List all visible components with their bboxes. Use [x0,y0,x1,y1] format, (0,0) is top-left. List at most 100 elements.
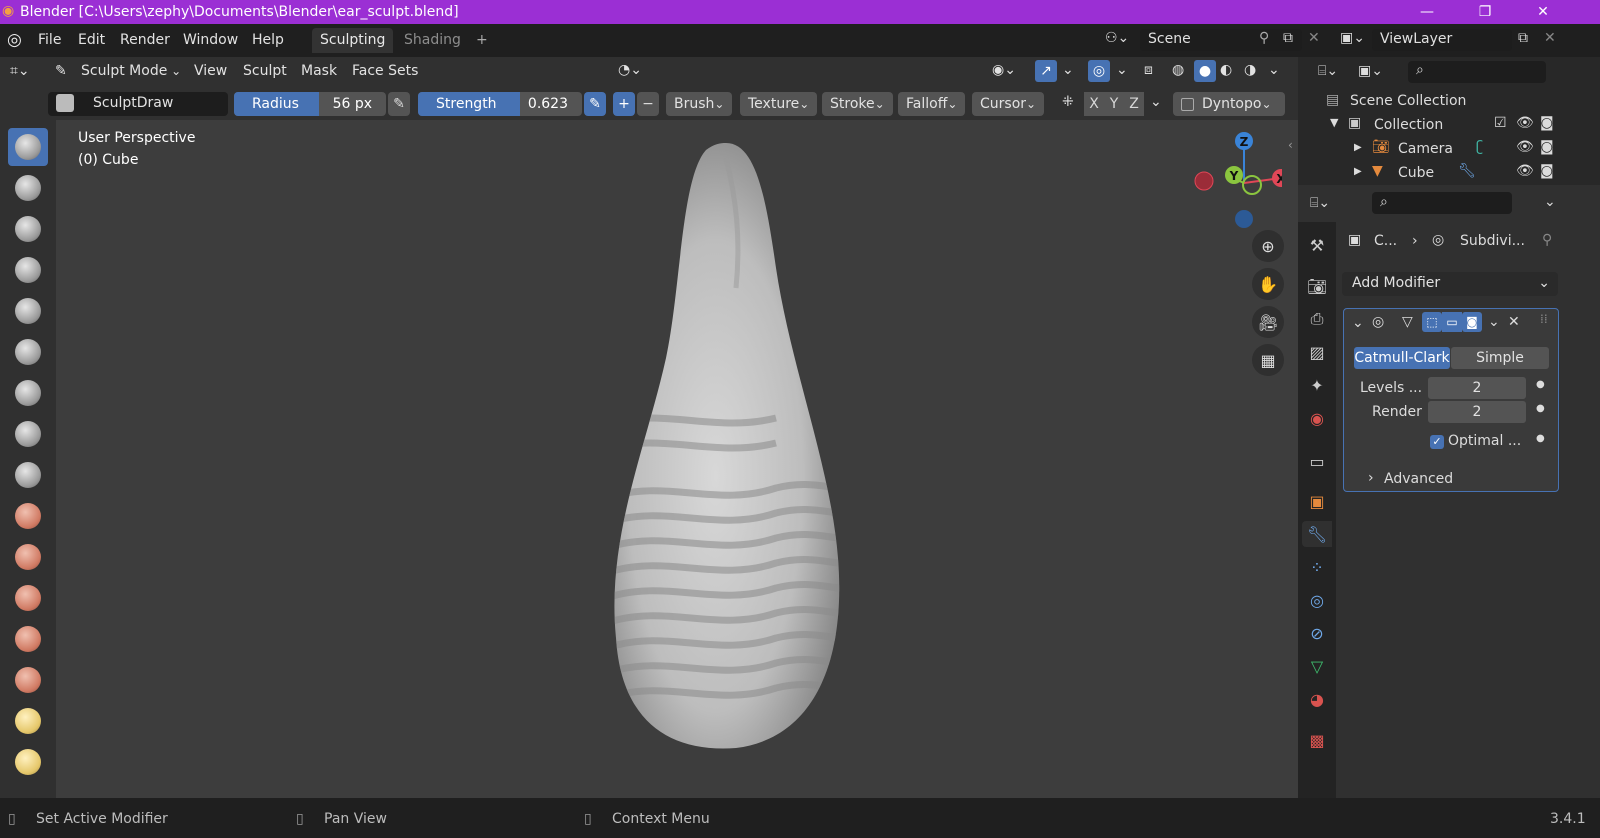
collection-tab-icon[interactable]: ▭ [1306,450,1328,472]
remove-modifier-icon[interactable]: ✕ [1508,314,1520,330]
tab-shading[interactable]: Shading [396,28,469,53]
output-tab-icon[interactable]: ⎙ [1306,308,1328,330]
outliner-scene-collection[interactable]: Scene Collection [1350,93,1466,109]
gizmo-toggle-icon[interactable]: ↗ [1035,60,1057,82]
cube-visibility-icon[interactable]: 👁︎ [1516,163,1534,179]
camera-view-icon[interactable]: 🎥︎ [1252,306,1284,338]
strength-pressure-icon[interactable]: ✎ [584,92,606,116]
particles-tab-icon[interactable]: ⁘ [1306,556,1328,578]
tool-fill[interactable] [8,579,48,617]
tool-clay[interactable] [8,210,48,248]
brush-dropdown[interactable]: Brush [666,92,733,116]
sculpt-mesh[interactable] [576,138,876,758]
realtime-toggle-icon[interactable]: ▭ [1442,312,1462,332]
modifier-menu-icon[interactable]: ⌄ [1488,314,1500,330]
edit-mode-toggle-icon[interactable]: ⬚ [1422,312,1442,332]
sidebar-toggle-icon[interactable]: ‹ [1288,138,1293,152]
camera-visibility-icon[interactable]: 👁︎ [1516,139,1534,155]
tool-multiplane-scrape[interactable] [8,661,48,699]
solid-shading-icon[interactable]: ● [1194,60,1216,82]
maximize-button[interactable]: ❐ [1456,0,1514,24]
minimize-button[interactable]: — [1398,0,1456,24]
collection-render-icon[interactable]: ◙ [1540,115,1554,131]
advanced-expand-icon[interactable]: › [1368,470,1374,486]
simple-button[interactable]: Simple [1451,347,1549,369]
physics-tab-icon[interactable]: ◎ [1306,589,1328,611]
mode-selector[interactable]: Sculpt Mode [81,63,181,79]
tool-clay-strips[interactable] [8,251,48,289]
transform-pivot-icon[interactable]: ◔⌄ [618,62,642,78]
cursor-dropdown[interactable]: Cursor [972,92,1045,116]
collection-expand-icon[interactable]: ▼ [1330,116,1338,129]
shading-dropdown-icon[interactable]: ⌄ [1268,62,1280,78]
mirror-x-toggle[interactable]: X [1084,92,1104,116]
world-tab-icon[interactable]: ◉ [1306,407,1328,429]
tool-crease[interactable] [8,456,48,494]
tab-sculpting[interactable]: Sculpting [312,28,394,53]
render-toggle-icon[interactable]: ◙ [1462,312,1482,332]
delete-view-layer-icon[interactable]: ✕ [1544,30,1556,46]
outliner-display-icon[interactable]: ⌸⌄ [1318,63,1338,79]
dyntopo-toggle[interactable]: Dyntopo [1173,92,1285,116]
tool-layer[interactable] [8,333,48,371]
properties-editor-icon[interactable]: ⌸⌄ [1310,195,1330,211]
tool-grab[interactable] [8,743,48,781]
cube-render-icon[interactable]: ◙ [1540,163,1554,179]
tool-clay-thumb[interactable] [8,292,48,330]
advanced-subpanel[interactable]: Advanced [1384,471,1453,487]
render-tab-icon[interactable]: 📷︎ [1306,275,1328,297]
catmull-clark-button[interactable]: Catmull-Clark [1354,347,1450,369]
editor-type-icon[interactable]: ⌗⌄ [10,63,30,79]
direction-subtract-button[interactable]: − [637,92,659,116]
collection-visibility-icon[interactable]: 👁︎ [1516,115,1534,131]
radius-slider[interactable]: Radius 56 px [234,92,386,116]
overlays-toggle-icon[interactable]: ◎ [1088,60,1110,82]
stroke-dropdown[interactable]: Stroke [822,92,893,116]
menu-window[interactable]: Window [183,32,238,48]
zoom-icon[interactable]: ⊕ [1252,230,1284,262]
outliner-filter-icon[interactable]: ▣⌄ [1358,63,1383,79]
overlays-dropdown-icon[interactable]: ⌄ [1116,62,1128,78]
tool-flatten[interactable] [8,538,48,576]
gizmo-neg-y[interactable] [1242,175,1262,195]
direction-add-button[interactable]: + [613,92,635,116]
rendered-shading-icon[interactable]: ◑ [1244,62,1256,78]
properties-search-input[interactable] [1372,192,1512,214]
outliner-collection[interactable]: Collection [1374,117,1443,133]
add-workspace-button[interactable]: + [468,28,496,53]
camera-expand-icon[interactable]: ▶ [1354,142,1362,153]
constraints-tab-icon[interactable]: ⊘ [1306,622,1328,644]
xray-toggle-icon[interactable]: ⧈ [1144,62,1153,78]
menu-mask[interactable]: Mask [301,63,337,79]
new-view-layer-icon[interactable]: ⧉ [1518,30,1528,46]
dyntopo-checkbox[interactable] [1181,97,1194,111]
add-modifier-button[interactable]: Add Modifier ⌄ [1342,272,1558,296]
optimal-keyframe-icon[interactable]: ● [1536,433,1545,444]
edit-cage-icon[interactable]: ▽ [1402,314,1413,330]
texture-tab-icon[interactable]: ▩ [1306,729,1328,751]
scene-name-field[interactable]: Scene [1140,29,1302,51]
outliner-camera[interactable]: Camera [1398,141,1453,157]
3d-viewport[interactable]: User Perspective (0) Cube Z X Y ⊕ ✋ 🎥︎ ▦… [56,120,1298,798]
outliner-cube[interactable]: Cube [1398,165,1434,181]
gizmo-dropdown-icon[interactable]: ⌄ [1062,62,1074,78]
modifier-tab-icon[interactable]: 🔧︎ [1306,523,1328,545]
levels-keyframe-icon[interactable]: ● [1536,379,1545,390]
outliner-search-input[interactable] [1408,61,1546,83]
levels-viewport-field[interactable]: 2 [1428,377,1526,399]
texture-dropdown[interactable]: Texture [740,92,818,116]
mirror-z-toggle[interactable]: Z [1124,92,1144,116]
delete-scene-icon[interactable]: ✕ [1308,30,1320,46]
drag-handle-icon[interactable]: ⁞⁞ [1540,312,1548,326]
material-tab-icon[interactable]: ◕ [1306,688,1328,710]
falloff-dropdown[interactable]: Falloff [898,92,966,116]
tool-pinch[interactable] [8,702,48,740]
view-layer-tab-icon[interactable]: ▨ [1306,341,1328,363]
symmetry-dropdown-icon[interactable]: ⌄ [1150,94,1162,110]
radius-pressure-icon[interactable]: ✎ [388,92,410,116]
gizmo-neg-x[interactable] [1194,171,1214,191]
perspective-grid-icon[interactable]: ▦ [1252,344,1284,376]
tool-draw[interactable] [8,128,48,166]
wireframe-shading-icon[interactable]: ◍ [1172,62,1184,78]
properties-options-icon[interactable]: ⌄ [1544,194,1556,210]
